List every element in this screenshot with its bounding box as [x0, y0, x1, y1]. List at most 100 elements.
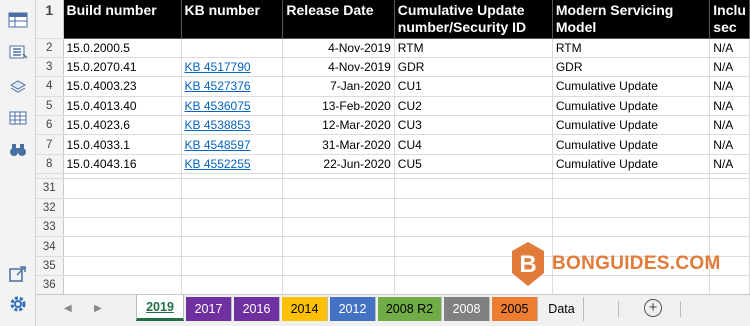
- row-number[interactable]: 34: [36, 236, 64, 257]
- column-header-included[interactable]: Inclu sec: [709, 0, 750, 39]
- empty-cell[interactable]: [709, 198, 750, 219]
- cell-cu[interactable]: CU4: [394, 134, 553, 155]
- row-number[interactable]: 36: [36, 275, 64, 294]
- empty-cell[interactable]: [181, 217, 284, 238]
- empty-cell[interactable]: [709, 178, 750, 199]
- cell-included[interactable]: N/A: [709, 57, 750, 78]
- row-number[interactable]: 5: [36, 96, 64, 117]
- column-header-build[interactable]: Build number: [63, 0, 182, 39]
- cell-build[interactable]: 15.0.4023.6: [63, 115, 182, 136]
- sheet-tab-2012[interactable]: 2012: [330, 297, 376, 321]
- empty-cell[interactable]: [552, 198, 711, 219]
- empty-cell[interactable]: [181, 275, 284, 294]
- tab-scroll-right-icon[interactable]: ▶: [94, 303, 102, 314]
- empty-cell[interactable]: [63, 275, 182, 294]
- cell-kb[interactable]: KB 4548597: [181, 134, 284, 155]
- row-number[interactable]: 31: [36, 178, 64, 199]
- cell-date[interactable]: 22-Jun-2020: [282, 154, 395, 175]
- column-header-servicing-model[interactable]: Modern Servicing Model: [552, 0, 711, 39]
- cell-model[interactable]: Cumulative Update: [552, 115, 711, 136]
- tab-scroll-left-icon[interactable]: ◀: [64, 303, 72, 314]
- empty-cell[interactable]: [63, 236, 182, 257]
- layers-icon[interactable]: [8, 78, 28, 94]
- settings-icon[interactable]: [8, 294, 28, 314]
- row-number[interactable]: 32: [36, 198, 64, 219]
- cell-included[interactable]: N/A: [709, 96, 750, 117]
- empty-cell[interactable]: [181, 236, 284, 257]
- empty-cell[interactable]: [63, 178, 182, 199]
- cell-build[interactable]: 15.0.4003.23: [63, 76, 182, 97]
- empty-cell[interactable]: [394, 178, 553, 199]
- cell-model[interactable]: RTM: [552, 38, 711, 58]
- kb-link[interactable]: KB 4517790: [185, 60, 251, 74]
- cell-build[interactable]: 15.0.2070.41: [63, 57, 182, 78]
- sheet-tab-2005[interactable]: 2005: [492, 297, 538, 321]
- cell-model[interactable]: Cumulative Update: [552, 154, 711, 175]
- cell-included[interactable]: N/A: [709, 115, 750, 136]
- empty-cell[interactable]: [282, 217, 395, 238]
- empty-cell[interactable]: [282, 236, 395, 257]
- row-number[interactable]: 33: [36, 217, 64, 238]
- empty-cell[interactable]: [63, 217, 182, 238]
- spreadsheet-icon[interactable]: [8, 12, 28, 28]
- cell-date[interactable]: 13-Feb-2020: [282, 96, 395, 117]
- cell-included[interactable]: N/A: [709, 154, 750, 175]
- empty-cell[interactable]: [394, 217, 553, 238]
- binoculars-icon[interactable]: [8, 142, 28, 158]
- empty-cell[interactable]: [282, 198, 395, 219]
- cell-cu[interactable]: CU2: [394, 96, 553, 117]
- cell-model[interactable]: Cumulative Update: [552, 76, 711, 97]
- cell-date[interactable]: 12-Mar-2020: [282, 115, 395, 136]
- empty-cell[interactable]: [282, 275, 395, 294]
- empty-cell[interactable]: [63, 198, 182, 219]
- cell-build[interactable]: 15.0.2000.5: [63, 38, 182, 58]
- cell-kb[interactable]: KB 4536075: [181, 96, 284, 117]
- sheet-tab-2019[interactable]: 2019: [136, 295, 184, 321]
- cell-cu[interactable]: CU5: [394, 154, 553, 175]
- kb-link[interactable]: KB 4552255: [185, 157, 251, 171]
- sheet-tab-2016[interactable]: 2016: [234, 297, 280, 321]
- cell-build[interactable]: 15.0.4033.1: [63, 134, 182, 155]
- empty-cell[interactable]: [181, 198, 284, 219]
- column-header-kb[interactable]: KB number: [181, 0, 284, 39]
- column-header-cu-number[interactable]: Cumulative Update number/Security ID: [394, 0, 553, 39]
- kb-link[interactable]: KB 4536075: [185, 99, 251, 113]
- cell-date[interactable]: 4-Nov-2019: [282, 38, 395, 58]
- cell-kb[interactable]: KB 4527376: [181, 76, 284, 97]
- cell-date[interactable]: 31-Mar-2020: [282, 134, 395, 155]
- empty-cell[interactable]: [181, 178, 284, 199]
- open-external-icon[interactable]: [8, 266, 28, 282]
- sheet-tab-2008[interactable]: 2008: [444, 297, 490, 321]
- row-number[interactable]: 2: [36, 38, 64, 58]
- cell-cu[interactable]: CU1: [394, 76, 553, 97]
- cell-build[interactable]: 15.0.4013.40: [63, 96, 182, 117]
- cell-kb[interactable]: [181, 38, 284, 58]
- add-sheet-button[interactable]: +: [644, 299, 662, 317]
- cell-cu[interactable]: GDR: [394, 57, 553, 78]
- table-icon[interactable]: [8, 110, 28, 126]
- row-number[interactable]: 1: [36, 0, 64, 39]
- cell-cu[interactable]: CU3: [394, 115, 553, 136]
- row-number[interactable]: 3: [36, 57, 64, 78]
- sheet-tab-data[interactable]: Data: [540, 297, 584, 321]
- cell-included[interactable]: N/A: [709, 134, 750, 155]
- empty-cell[interactable]: [552, 178, 711, 199]
- list-icon[interactable]: [8, 44, 28, 60]
- kb-link[interactable]: KB 4538853: [185, 118, 251, 132]
- cell-included[interactable]: N/A: [709, 76, 750, 97]
- kb-link[interactable]: KB 4527376: [185, 79, 251, 93]
- empty-cell[interactable]: [394, 198, 553, 219]
- cell-kb[interactable]: KB 4552255: [181, 154, 284, 175]
- sheet-tab-2017[interactable]: 2017: [186, 297, 232, 321]
- cell-model[interactable]: GDR: [552, 57, 711, 78]
- cell-kb[interactable]: KB 4538853: [181, 115, 284, 136]
- column-header-release-date[interactable]: Release Date: [282, 0, 395, 39]
- cell-model[interactable]: Cumulative Update: [552, 96, 711, 117]
- row-number[interactable]: 7: [36, 134, 64, 155]
- empty-cell[interactable]: [63, 256, 182, 277]
- empty-cell[interactable]: [552, 217, 711, 238]
- cell-date[interactable]: 7-Jan-2020: [282, 76, 395, 97]
- cell-kb[interactable]: KB 4517790: [181, 57, 284, 78]
- row-number[interactable]: 4: [36, 76, 64, 97]
- cell-model[interactable]: Cumulative Update: [552, 134, 711, 155]
